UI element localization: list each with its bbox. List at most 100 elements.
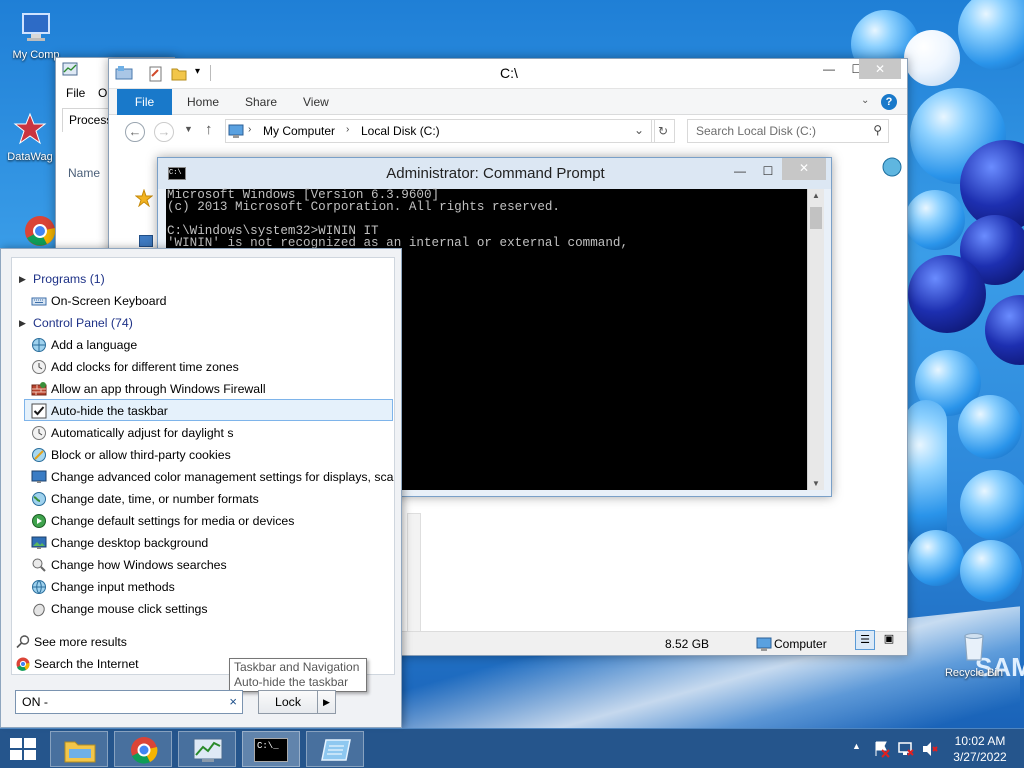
result-on-screen-keyboard[interactable]: On-Screen Keyboard — [12, 290, 394, 312]
breadcrumb-chevron-icon: › — [248, 124, 252, 135]
result-input-methods[interactable]: Change input methods — [12, 576, 394, 598]
back-button[interactable]: ← — [125, 122, 145, 142]
tab-home[interactable]: Home — [187, 89, 219, 115]
search-input[interactable]: Search Local Disk (C:) ⚲ — [687, 119, 889, 143]
desktop-icon-recycle-bin[interactable]: Recycle Bin — [938, 628, 1010, 679]
refresh-icon[interactable]: ↻ — [651, 119, 675, 143]
column-name[interactable]: Name — [68, 166, 100, 180]
ribbon-tabs: File Home Share View ⌄ ? — [109, 89, 907, 115]
firewall-icon — [31, 382, 47, 396]
recent-locations-icon[interactable]: ▼ — [184, 124, 193, 134]
group-header-programs[interactable]: ▶ Programs (1) — [12, 268, 394, 290]
computer-icon — [22, 13, 50, 41]
minimize-button[interactable]: — — [726, 161, 754, 181]
show-hidden-icons[interactable]: ▲ — [852, 741, 861, 781]
expand-ribbon-icon[interactable]: ⌄ — [861, 95, 869, 106]
result-date-time-formats[interactable]: Change date, time, or number formats — [12, 488, 394, 510]
result-allow-app-firewall[interactable]: Allow an app through Windows Firewall — [12, 378, 394, 400]
menu-options[interactable]: O — [98, 86, 107, 100]
status-free-space: 8.52 GB — [665, 637, 710, 651]
breadcrumb-chevron-icon: › — [346, 124, 350, 135]
chrome-icon — [131, 737, 158, 764]
language-icon — [32, 580, 46, 594]
desktop-icon-my-computer[interactable]: My Comp — [0, 10, 72, 61]
volume-muted-icon[interactable] — [921, 740, 939, 780]
taskbar-task-manager[interactable] — [178, 731, 236, 767]
breadcrumb-local-disk[interactable]: Local Disk (C:) — [361, 124, 440, 138]
wallpaper-ball — [958, 0, 1024, 70]
taskbar-explorer[interactable] — [50, 731, 108, 767]
forward-button[interactable]: → — [154, 122, 174, 142]
up-button[interactable]: ↑ — [205, 121, 213, 138]
tab-view[interactable]: View — [303, 89, 329, 115]
scroll-up-icon[interactable]: ▲ — [812, 191, 820, 200]
chrome-icon — [25, 216, 56, 246]
maximize-button[interactable]: ☐ — [754, 161, 782, 181]
address-bar[interactable]: › My Computer › Local Disk (C:) ⌄ — [225, 119, 655, 143]
console-line: (c) 2013 Microsoft Corporation. All righ… — [167, 200, 560, 214]
scroll-thumb[interactable] — [810, 207, 822, 229]
result-windows-searches[interactable]: Change how Windows searches — [12, 554, 394, 576]
globe-icon — [32, 338, 46, 352]
result-mouse-click-settings[interactable]: Change mouse click settings — [12, 598, 394, 620]
close-button[interactable]: ✕ — [782, 158, 826, 180]
cmd-titlebar[interactable]: C:\ Administrator: Command Prompt — ☐ ✕ — [158, 158, 831, 189]
recycle-bin-icon — [964, 633, 984, 661]
scroll-down-icon[interactable]: ▼ — [812, 479, 820, 488]
close-button[interactable]: ✕ — [859, 59, 901, 79]
console-scrollbar[interactable]: ▲ ▼ — [807, 189, 824, 490]
minimize-button[interactable]: — — [815, 59, 843, 79]
computer-small-icon — [756, 637, 772, 651]
details-view-icon[interactable]: ☰ — [855, 630, 875, 650]
explorer-title: C:\ — [500, 65, 518, 81]
windows-logo-icon — [10, 738, 36, 760]
start-search-panel: ▶ Programs (1) On-Screen Keyboard ▶ Cont… — [0, 248, 402, 728]
result-block-cookies[interactable]: Block or allow third-party cookies — [12, 444, 394, 466]
search-query-input[interactable] — [20, 694, 218, 710]
taskbar-command-prompt[interactable]: C:\_ — [242, 731, 300, 767]
breadcrumb-my-computer[interactable]: My Computer — [263, 124, 335, 138]
large-icons-view-icon[interactable]: ▣ — [879, 630, 899, 650]
clock-icon — [32, 360, 46, 374]
start-search-box[interactable]: × — [15, 690, 243, 714]
computer-nav-icon[interactable] — [139, 235, 153, 247]
power-options-arrow-icon[interactable]: ▶ — [317, 691, 335, 713]
taskbar: C:\_ ▲ 10:02 AM 3/27/2022 — [0, 728, 1024, 768]
mouse-icon — [33, 603, 45, 617]
help-icon[interactable]: ? — [881, 94, 897, 110]
favorites-star-icon[interactable] — [134, 188, 154, 210]
taskbar-app[interactable] — [306, 731, 364, 767]
clock-time: 10:02 AM — [954, 734, 1006, 748]
menu-file[interactable]: File — [66, 86, 85, 100]
chrome-icon — [16, 657, 30, 671]
display-icon — [31, 470, 47, 483]
result-color-management[interactable]: Change advanced color management setting… — [12, 466, 394, 488]
group-header-control-panel[interactable]: ▶ Control Panel (74) — [12, 312, 394, 334]
task-manager-icon — [62, 62, 78, 76]
tab-file[interactable]: File — [117, 89, 172, 115]
result-auto-hide-taskbar[interactable]: Auto-hide the taskbar — [24, 399, 393, 421]
lock-button[interactable]: Lock — [259, 691, 317, 713]
clear-search-icon[interactable]: × — [229, 694, 237, 709]
result-daylight-saving[interactable]: Automatically adjust for daylight s — [12, 422, 394, 444]
onedrive-icon — [881, 156, 903, 178]
search-icon: ⚲ — [873, 123, 882, 137]
desktop-background-icon — [31, 536, 47, 549]
start-button[interactable] — [6, 735, 40, 763]
action-center-icon[interactable] — [873, 740, 891, 780]
wallpaper-ball — [958, 395, 1022, 459]
taskbar-clock[interactable]: 10:02 AM 3/27/2022 — [944, 733, 1016, 765]
result-add-clocks[interactable]: Add clocks for different time zones — [12, 356, 394, 378]
address-dropdown-icon[interactable]: ⌄ — [634, 123, 644, 137]
search-icon — [16, 635, 30, 649]
network-icon[interactable] — [897, 740, 915, 780]
tab-share[interactable]: Share — [245, 89, 277, 115]
explorer-titlebar[interactable]: ▾ C:\ — ☐ ✕ — [109, 59, 907, 89]
result-default-media-settings[interactable]: Change default settings for media or dev… — [12, 510, 394, 532]
result-add-language[interactable]: Add a language — [12, 334, 394, 356]
taskbar-chrome[interactable] — [114, 731, 172, 767]
datawag-icon — [13, 112, 47, 145]
wallpaper-ball — [985, 295, 1024, 365]
wallpaper-ball — [960, 540, 1022, 602]
result-desktop-background[interactable]: Change desktop background — [12, 532, 394, 554]
